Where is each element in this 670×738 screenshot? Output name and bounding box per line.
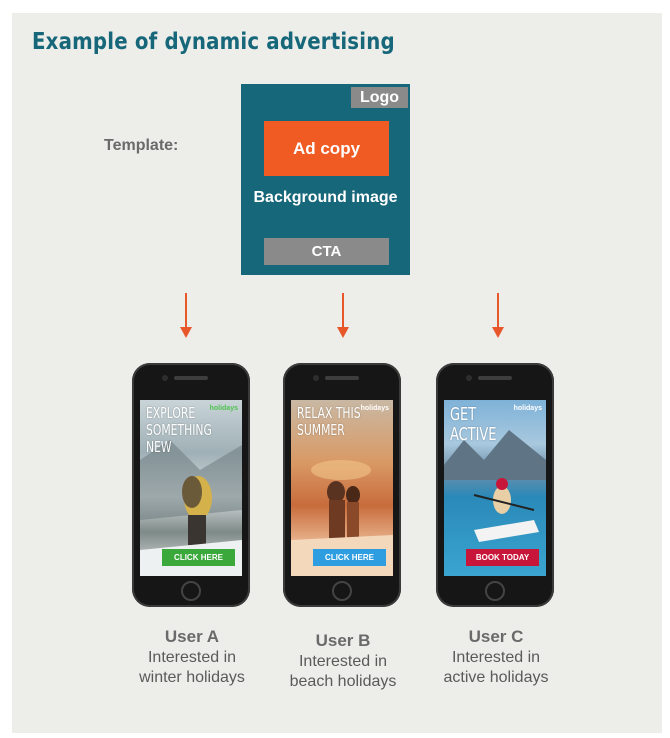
user-c-caption: User C Interested in active holidays bbox=[426, 627, 566, 688]
ad-cta-button[interactable]: CLICK HERE bbox=[313, 549, 386, 566]
ad-headline: RELAX THIS SUMMER bbox=[297, 404, 361, 439]
ad-cta-button[interactable]: CLICK HERE bbox=[162, 549, 235, 566]
user-name: User A bbox=[164, 627, 220, 646]
page-title: Example of dynamic advertising bbox=[32, 29, 395, 55]
phone-mockup-b: holidays RELAX THIS SUMMER CLICK HERE bbox=[283, 363, 401, 607]
template-label: Template: bbox=[104, 137, 179, 154]
ad-screen-beach: holidays RELAX THIS SUMMER CLICK HERE bbox=[291, 400, 393, 576]
background-image-label: Background image bbox=[253, 189, 398, 206]
speaker-grille bbox=[325, 376, 359, 380]
ad-screen-active: holidays GET ACTIVE BOOK TODAY bbox=[444, 400, 546, 576]
camera-icon bbox=[313, 375, 319, 381]
down-arrow-icon bbox=[492, 293, 504, 338]
ad-copy-placeholder: Ad copy bbox=[264, 121, 389, 176]
ad-headline: GET ACTIVE bbox=[450, 404, 497, 445]
user-name: User B bbox=[315, 631, 371, 650]
down-arrow-icon bbox=[337, 293, 349, 338]
user-name: User C bbox=[468, 627, 524, 646]
home-button bbox=[485, 581, 505, 601]
camera-icon bbox=[466, 375, 472, 381]
ad-screen-winter: holidays EXPLORE SOMETHING NEW CLICK HER… bbox=[140, 400, 242, 576]
speaker-grille bbox=[174, 376, 208, 380]
user-interest: Interested in winter holidays bbox=[139, 649, 245, 686]
cta-placeholder: CTA bbox=[264, 238, 389, 265]
camera-icon bbox=[162, 375, 168, 381]
home-button bbox=[181, 581, 201, 601]
home-button bbox=[332, 581, 352, 601]
phone-mockup-a: holidays EXPLORE SOMETHING NEW CLICK HER… bbox=[132, 363, 250, 607]
user-interest: Interested in active holidays bbox=[443, 649, 549, 686]
ad-cta-button[interactable]: BOOK TODAY bbox=[466, 549, 539, 566]
infographic-panel: Example of dynamic advertising Template:… bbox=[12, 13, 662, 733]
ad-template: Logo Ad copy Background image CTA bbox=[241, 84, 410, 275]
user-a-caption: User A Interested in winter holidays bbox=[122, 627, 262, 688]
speaker-grille bbox=[478, 376, 512, 380]
down-arrow-icon bbox=[180, 293, 192, 338]
user-interest: Interested in beach holidays bbox=[289, 653, 397, 690]
user-b-caption: User B Interested in beach holidays bbox=[273, 631, 413, 692]
logo-placeholder: Logo bbox=[351, 87, 408, 108]
ad-headline: EXPLORE SOMETHING NEW bbox=[146, 404, 212, 456]
phone-mockup-c: holidays GET ACTIVE BOOK TODAY bbox=[436, 363, 554, 607]
